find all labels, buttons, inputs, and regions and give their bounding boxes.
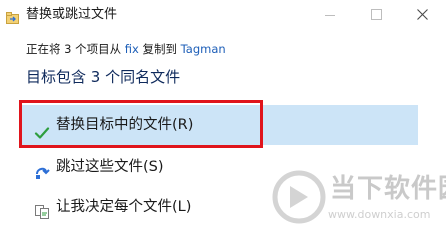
source-folder-link[interactable]: fix [125, 42, 139, 56]
maximize-button[interactable] [354, 0, 400, 30]
minimize-button[interactable] [308, 0, 354, 30]
conflict-heading: 目标包含 3 个同名文件 [26, 68, 181, 86]
replace-files-label: 替换目标中的文件(R) [56, 117, 194, 133]
replace-or-skip-dialog: 替换或跳过文件 正在将 3 个项目从 fix 复制到 Tagman 目标包含 3… [0, 0, 446, 241]
window-title: 替换或跳过文件 [26, 7, 118, 22]
folder-copy-icon [6, 9, 19, 24]
skip-files-option[interactable]: 跳过这些文件(S) [22, 150, 272, 184]
copy-middle: 复制到 [138, 42, 181, 56]
minimize-icon [325, 15, 335, 16]
watermark-url: www.downxia.com [328, 208, 431, 221]
watermark-logo-icon [272, 170, 326, 224]
copy-status-text: 正在将 3 个项目从 fix 复制到 Tagman [26, 41, 226, 57]
skip-arrow-icon [34, 159, 50, 179]
close-button[interactable] [400, 0, 446, 30]
decide-each-file-option[interactable]: 让我决定每个文件(L) [22, 190, 272, 224]
decide-each-file-label: 让我决定每个文件(L) [56, 199, 192, 215]
close-icon [417, 9, 428, 20]
copy-prefix: 正在将 3 个项目从 [26, 42, 125, 56]
title-bar[interactable]: 替换或跳过文件 [0, 0, 446, 30]
checkmark-icon [34, 117, 50, 139]
maximize-icon [371, 9, 382, 20]
replace-files-option[interactable]: 替换目标中的文件(R) [22, 105, 418, 145]
skip-files-label: 跳过这些文件(S) [56, 159, 164, 175]
destination-folder-link[interactable]: Tagman [181, 42, 226, 56]
watermark-title: 当下软件园 [330, 174, 446, 204]
compare-files-icon [34, 199, 50, 219]
site-watermark: 当下软件园 www.downxia.com [268, 168, 446, 238]
